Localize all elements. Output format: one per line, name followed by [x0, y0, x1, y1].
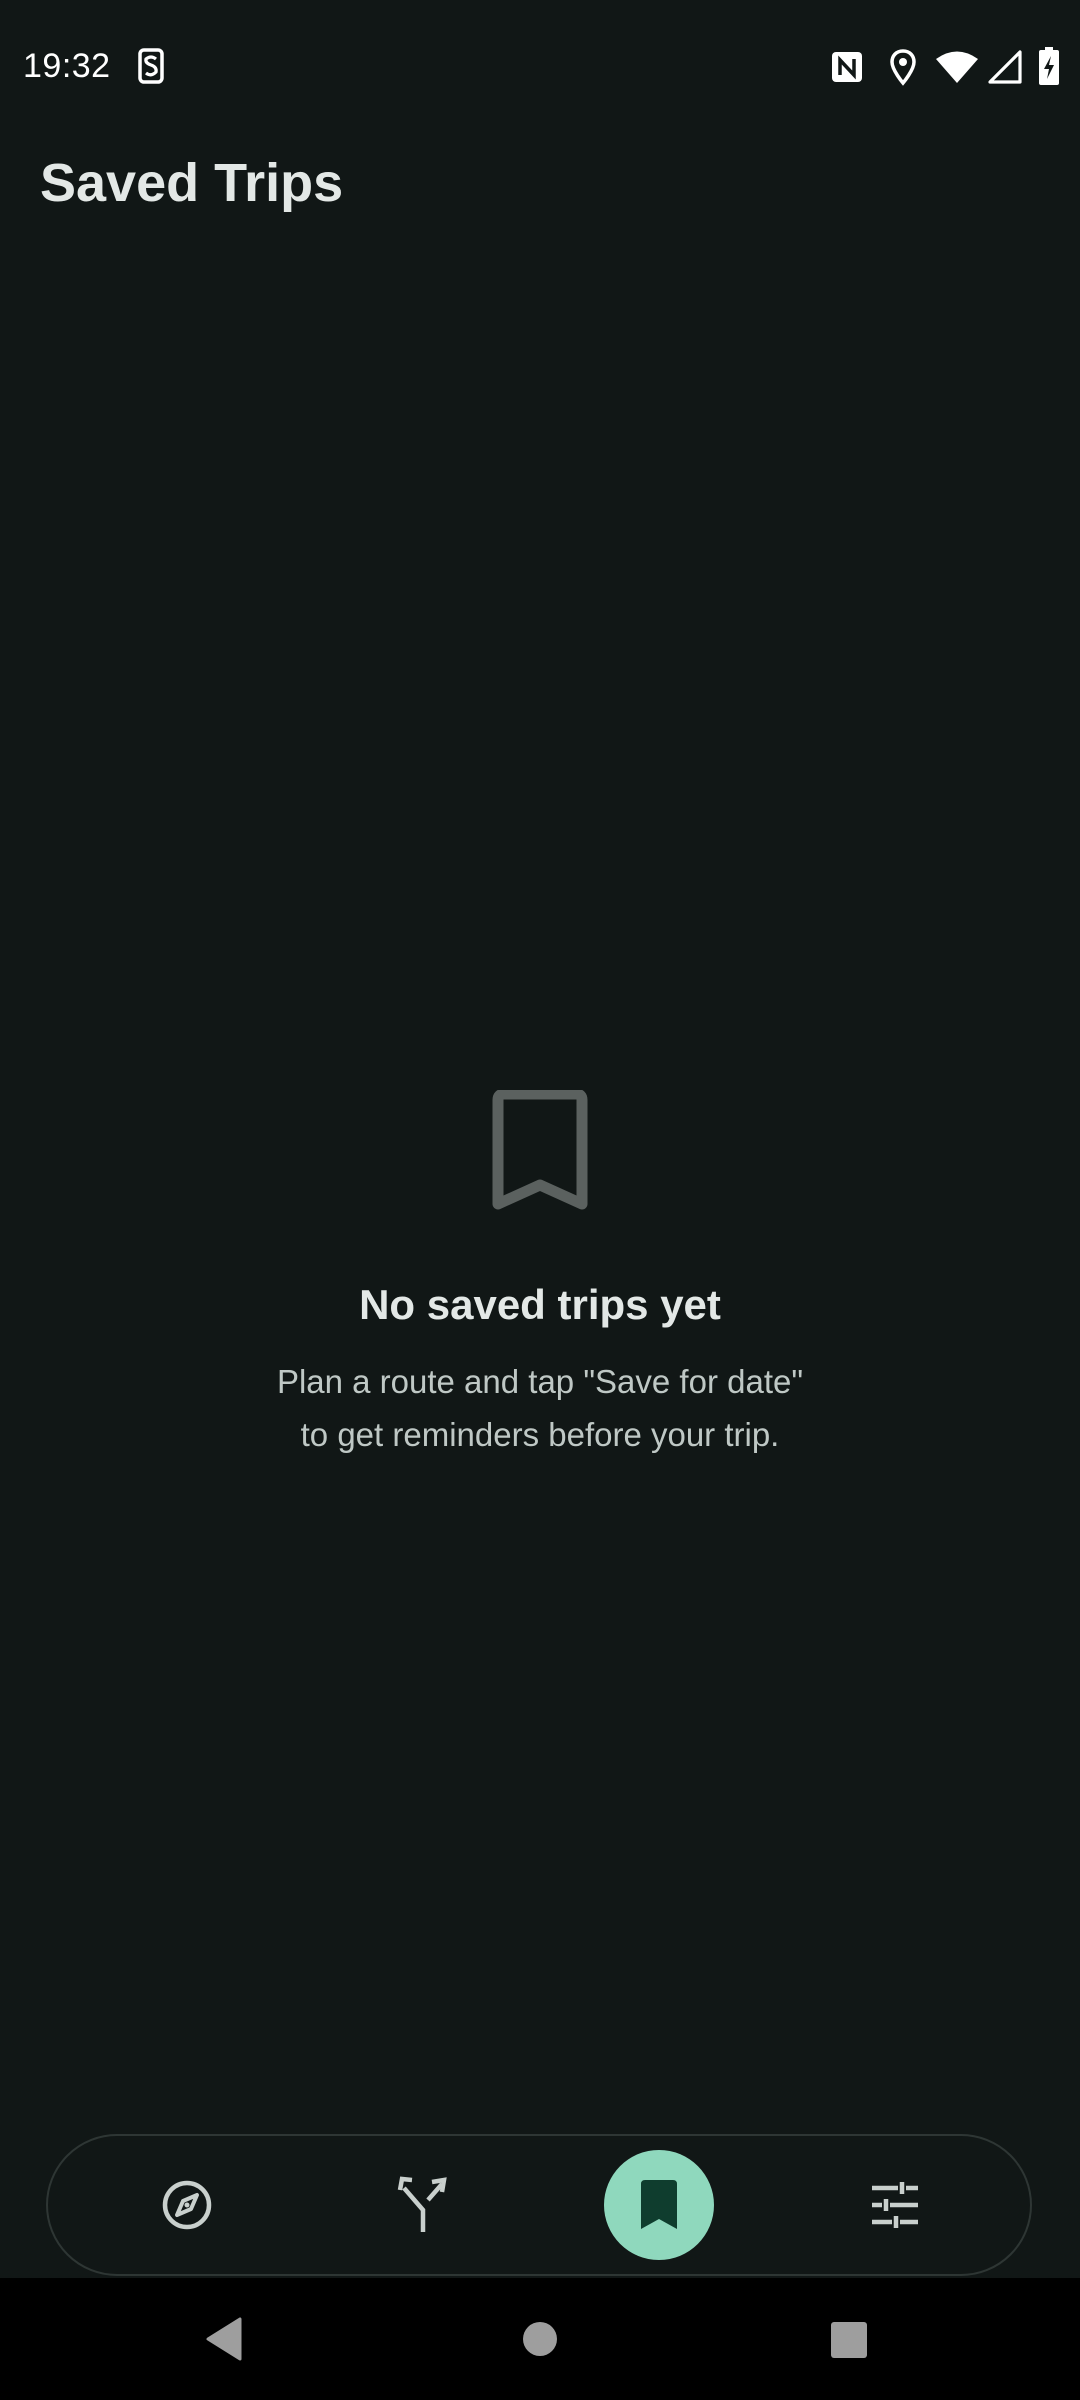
nav-item-saved-trips[interactable] — [604, 2150, 714, 2260]
empty-state-subtitle: Plan a route and tap "Save for date" to … — [190, 1355, 890, 1461]
location-icon — [890, 49, 916, 86]
compass-icon — [162, 2180, 212, 2230]
recents-icon[interactable] — [830, 2321, 868, 2359]
sim-toolkit-icon — [138, 48, 164, 84]
bottom-navigation-bar — [46, 2134, 1032, 2276]
empty-state-subtitle-line1: Plan a route and tap "Save for date" — [276, 1363, 804, 1400]
bookmark-icon — [641, 2180, 677, 2229]
battery-charging-icon — [1039, 47, 1059, 85]
empty-state: No saved trips yet Plan a route and tap … — [0, 1090, 1080, 1461]
saved-trips-screen: 19:32 Saved Trips No saved trips yet Pla… — [0, 0, 1080, 2400]
page-title: Saved Trips — [40, 153, 344, 213]
empty-state-title: No saved trips yet — [359, 1281, 721, 1328]
status-time: 19:32 — [23, 47, 111, 85]
nav-item-settings[interactable] — [840, 2150, 950, 2260]
bookmark-outline-icon — [492, 1090, 588, 1210]
back-icon[interactable] — [204, 2316, 244, 2362]
nav-item-routes[interactable] — [368, 2150, 478, 2260]
nav-item-explore[interactable] — [132, 2150, 242, 2260]
home-icon[interactable] — [522, 2321, 558, 2357]
system-navigation-bar — [0, 2278, 1080, 2400]
status-bar: 19:32 — [0, 0, 1080, 130]
empty-state-subtitle-line2: to get reminders before your trip. — [300, 1416, 780, 1453]
route-fork-icon — [397, 2176, 447, 2232]
tune-icon — [872, 2182, 918, 2228]
wifi-icon — [936, 51, 978, 83]
cell-signal-icon — [988, 50, 1022, 84]
nfc-icon — [832, 52, 862, 82]
